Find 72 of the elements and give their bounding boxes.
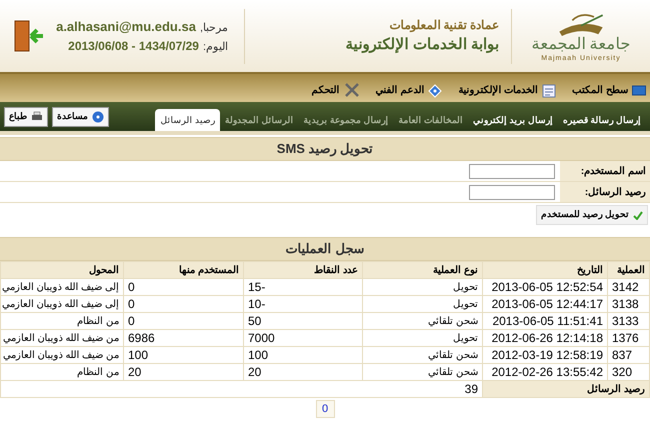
table-cell: 837	[608, 346, 650, 364]
date-value: 2013/06/08 - 1434/07/29	[68, 38, 199, 54]
field-label: رصيد الرسائل:	[560, 182, 650, 202]
table-cell: 20	[124, 364, 244, 380]
nav-link[interactable]: الدعم الفني	[376, 83, 442, 98]
table-cell: -10	[244, 296, 362, 312]
balance-label: رصيد الرسائل	[482, 380, 650, 398]
checkmark-icon	[633, 210, 643, 220]
table-cell: 100	[124, 346, 244, 364]
column-header: المستخدم منها	[124, 262, 244, 278]
column-header: المحول	[0, 262, 124, 278]
tool-button[interactable]: طباع	[4, 106, 48, 126]
table-cell: 2012-06-26 12:14:18	[482, 330, 608, 346]
section-header: تحويل رصيد SMS	[0, 137, 650, 161]
field-label: اسم المستخدم:	[560, 161, 650, 181]
table-cell: 3142	[608, 278, 650, 296]
table-cell: من النظام	[0, 364, 124, 380]
table-cell: تحويل	[362, 296, 482, 312]
column-header: العملية	[608, 262, 650, 278]
monitor-icon	[632, 84, 646, 96]
section-header: سجل العمليات	[0, 237, 650, 261]
nav-link[interactable]: التحكم	[312, 82, 360, 98]
table-cell: من النظام	[0, 312, 124, 330]
printer-icon	[31, 110, 43, 122]
table-cell: 0	[124, 278, 244, 296]
table-cell: 6986	[124, 330, 244, 346]
user-email: a.alhasani@mu.edu.sa	[56, 18, 196, 36]
table-cell: 2013-06-05 12:52:54	[482, 278, 608, 296]
nav-link[interactable]: سطح المكتب	[572, 83, 646, 98]
table-cell: 20	[244, 364, 362, 380]
form-icon	[542, 84, 556, 98]
balance-value: 39	[0, 380, 482, 398]
tab[interactable]: رصيد الرسائل	[155, 109, 220, 131]
table-cell: 2012-03-19 12:58:19	[482, 346, 608, 364]
tab[interactable]: إرسال بريد إلكتروني	[468, 109, 558, 131]
input-field[interactable]	[469, 164, 555, 178]
page-button[interactable]: 0	[316, 400, 334, 418]
table-cell: -15	[244, 278, 362, 296]
table-cell: إلى ضيف الله ذويبان العازمي	[0, 296, 124, 312]
tab[interactable]: إرسال رسالة قصيره	[558, 109, 646, 131]
tool-button[interactable]: مساعدة	[52, 106, 109, 126]
transfer-button[interactable]: تحويل رصيد للمستخدم	[536, 205, 648, 225]
portal-title: بوابة الخدمات الإلكترونية	[344, 34, 499, 55]
column-header: التاريخ	[482, 262, 608, 278]
date-label: اليوم:	[202, 40, 228, 55]
nav-link[interactable]: الخدمات الإلكترونية	[458, 83, 556, 98]
help-icon	[428, 84, 442, 98]
logo-text: جامعة المجمعة	[531, 36, 631, 54]
table-cell: 50	[244, 312, 362, 330]
table-cell: شحن تلقائي	[362, 312, 482, 330]
column-header: عدد النقاط	[244, 262, 362, 278]
table-cell: 3133	[608, 312, 650, 330]
input-field[interactable]	[469, 184, 555, 200]
table-cell: من ضيف الله ذويبان العازمي	[0, 330, 124, 346]
table-cell: 0	[124, 312, 244, 330]
table-cell: 1376	[608, 330, 650, 346]
department-name: عمادة تقنية المعلومات	[388, 16, 499, 34]
table-cell: 2013-06-05 11:51:41	[482, 312, 608, 330]
table-cell: تحويل	[362, 278, 482, 296]
table-cell: إلى ضيف الله ذويبان العازمي	[0, 278, 124, 296]
table-cell: تحويل	[362, 330, 482, 346]
table-cell: 2013-06-05 12:44:17	[482, 296, 608, 312]
welcome-label: مرحبا,	[200, 21, 228, 36]
table-cell: شحن تلقائي	[362, 364, 482, 380]
table-cell: 3138	[608, 296, 650, 312]
table-cell: 100	[244, 346, 362, 364]
column-header: نوع العملية	[362, 262, 482, 278]
table-cell: من ضيف الله ذويبان العازمي	[0, 346, 124, 364]
table-cell: شحن تلقائي	[362, 346, 482, 364]
table-cell: 0	[124, 296, 244, 312]
table-cell: 7000	[244, 330, 362, 346]
help-icon	[92, 110, 104, 122]
